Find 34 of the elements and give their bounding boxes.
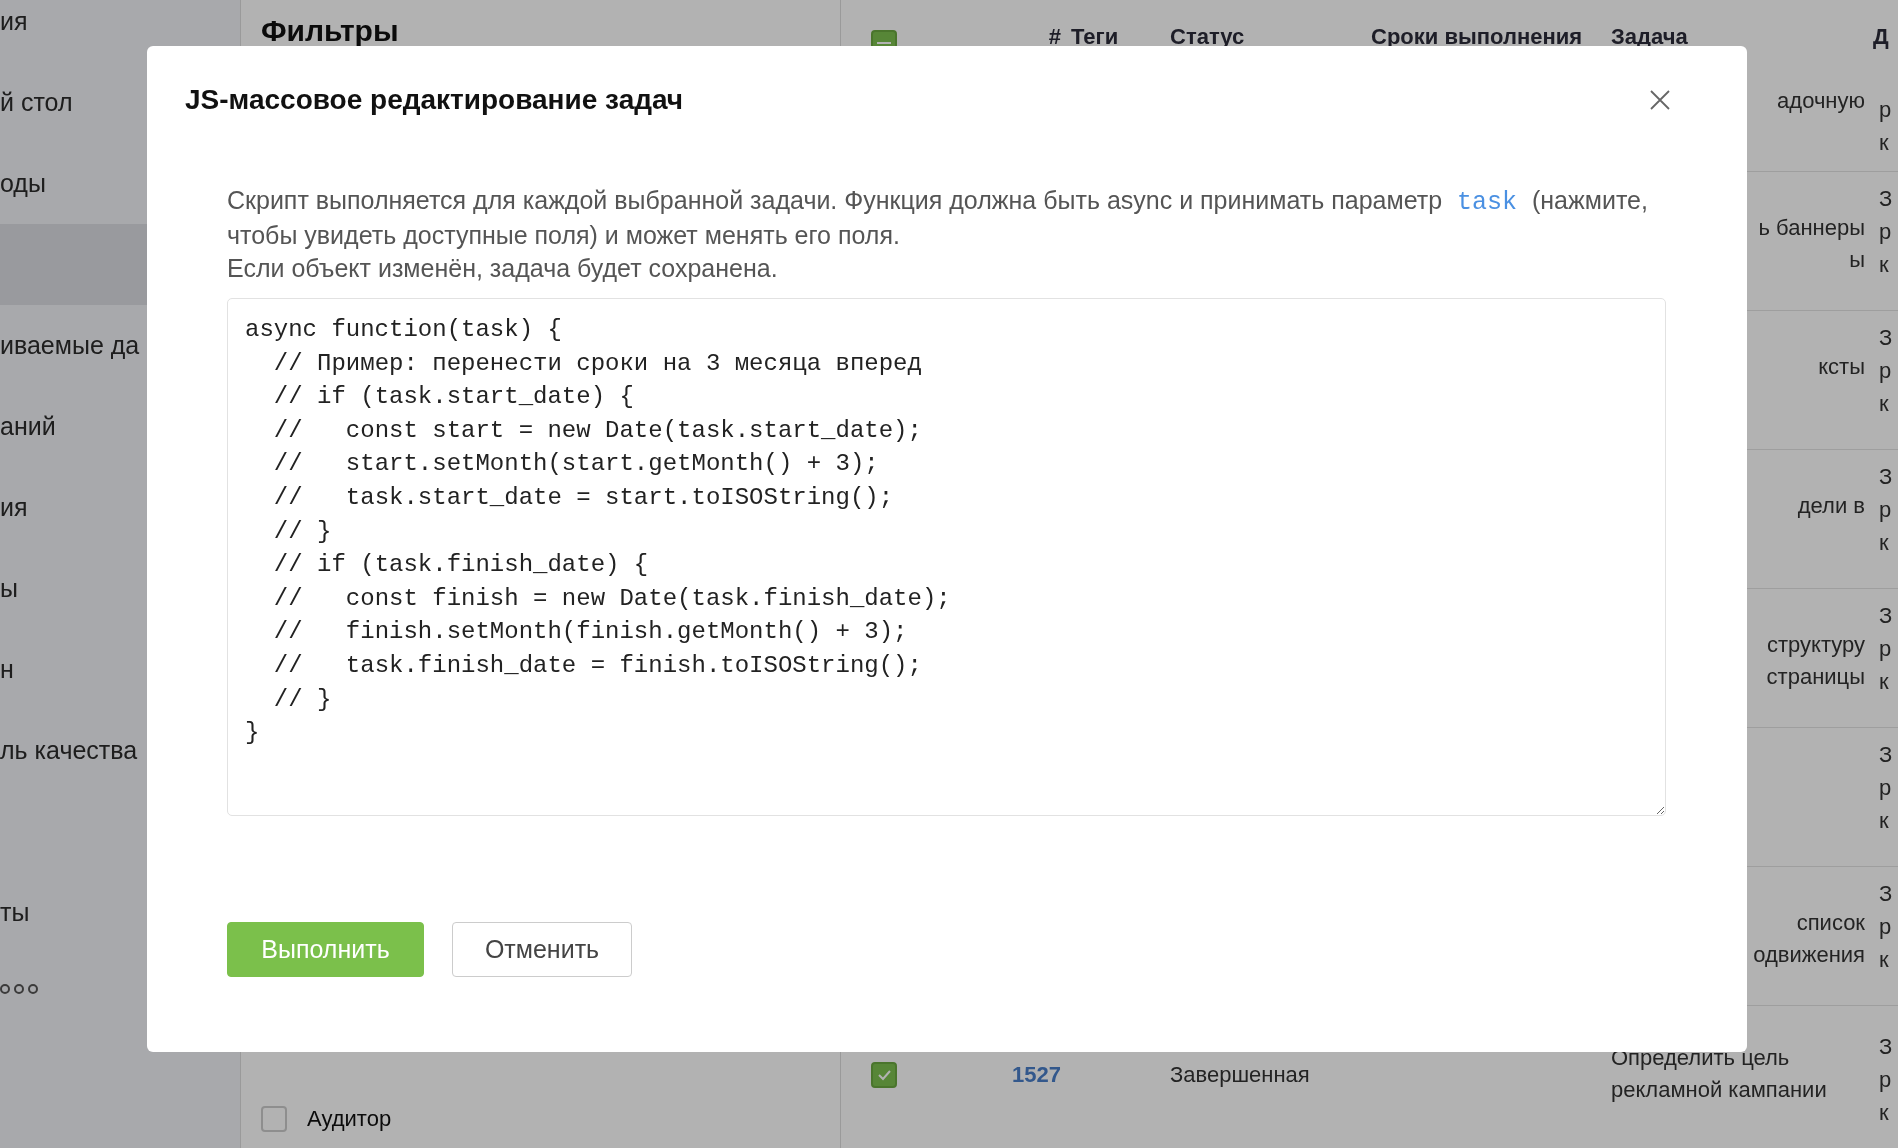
- task-title: адочную: [1777, 87, 1865, 115]
- task-title: список одвижения: [1753, 909, 1865, 969]
- column-header[interactable]: #: [991, 24, 1061, 50]
- task-title: ь баннеры ы: [1758, 214, 1865, 274]
- sidebar-item[interactable]: ия: [0, 0, 240, 62]
- note-text: Если объект изменён, задача будет сохранена.: [226, 253, 779, 284]
- table-cell: З р к: [1879, 1034, 1893, 1125]
- column-header[interactable]: Сроки выполнения: [1371, 24, 1611, 50]
- checkbox-label: Аудитор: [307, 1106, 392, 1132]
- task-title: Определить цель рекламной кампании: [1611, 1044, 1827, 1104]
- column-header[interactable]: Теги: [1061, 24, 1170, 50]
- cancel-button[interactable]: Отменить: [452, 922, 632, 977]
- table-cell: З р к: [1879, 464, 1893, 555]
- checkbox[interactable]: [871, 1062, 897, 1088]
- status-text: Завершенная: [1170, 1062, 1310, 1087]
- task-title: дели в: [1797, 492, 1865, 520]
- code-editor[interactable]: async function(task) { // Пример: перенести сроки на 3 месяца вперед // if (task.start_date) { // const start = new Date(task.start_date); // start.setMonth(start.getMonth() + 3); // task.start_date = start.toISOString(); // } // if (task.finish_date) { // const finish = new Date(task.finish_date); // finish.setMonth(finish.getMonth() + 3); // task.finish_date = finish.toISOString(); // } }: [227, 298, 1666, 816]
- task-title: ксты: [1818, 353, 1865, 381]
- close-icon[interactable]: [1650, 90, 1670, 110]
- panel-title: Фильтры: [261, 14, 400, 48]
- description-text: Скрипт выполняется для каждой выбранной задачи. Функция должна быть async и принимать параметр task (нажмите, чтобы увидеть доступные поля) и может менять его поля.: [226, 185, 1649, 251]
- table-cell: З р к: [1879, 186, 1893, 277]
- more-icon[interactable]: [0, 983, 40, 995]
- table-cell: З р к: [1879, 603, 1893, 694]
- table-cell: р к: [1879, 97, 1892, 155]
- table-cell: З р к: [1879, 325, 1893, 416]
- column-header[interactable]: Статус: [1170, 24, 1371, 50]
- table-cell: З р к: [1879, 742, 1893, 833]
- column-header[interactable]: Д: [1873, 24, 1898, 50]
- task-title: структуру страницы: [1766, 631, 1865, 691]
- checkbox[interactable]: [261, 1106, 287, 1132]
- table-cell: З р к: [1879, 881, 1893, 972]
- dialog-title: JS-массовое редактирование задач: [185, 84, 684, 116]
- column-header[interactable]: Задача: [1611, 24, 1873, 50]
